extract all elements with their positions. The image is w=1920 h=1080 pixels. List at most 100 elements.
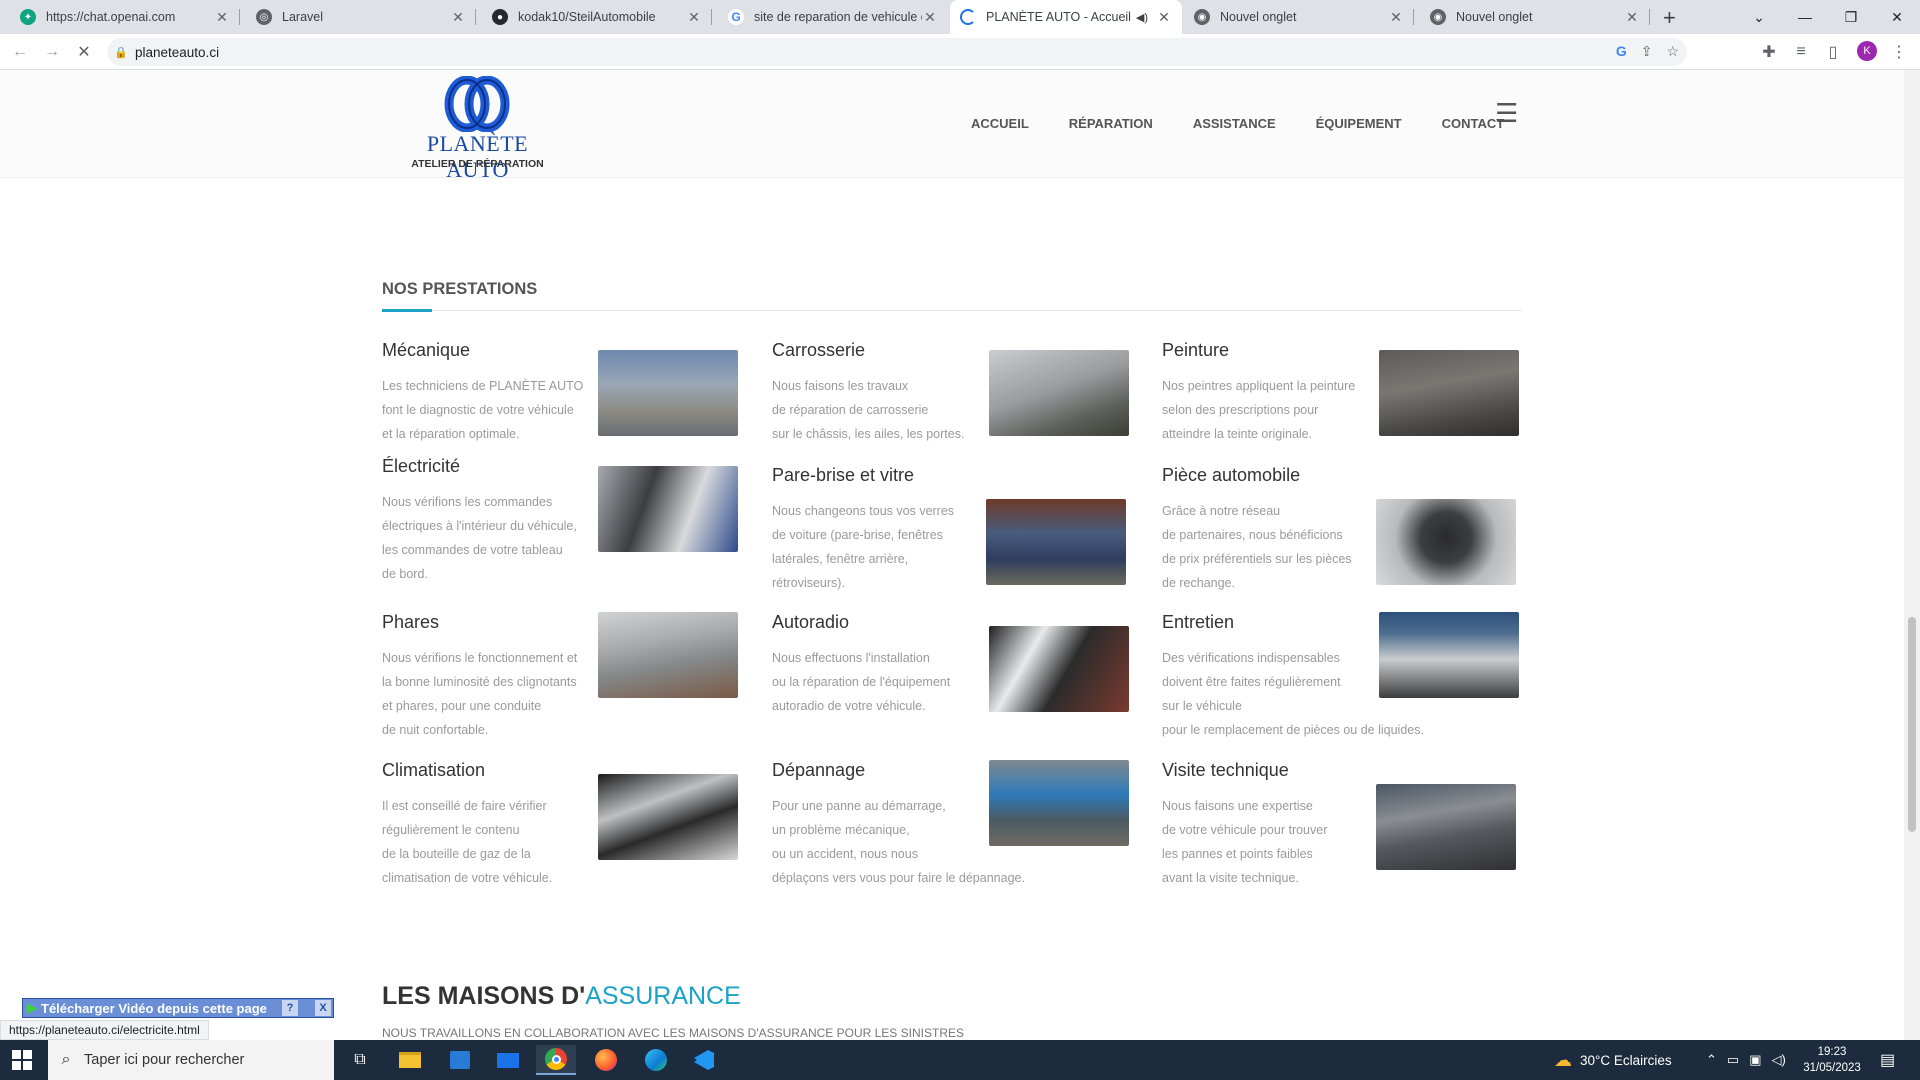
weather-widget[interactable]: ☁ 30°C Eclaircies — [1554, 1040, 1672, 1080]
notification-icon[interactable]: ▤ — [1880, 1040, 1895, 1080]
windows-taskbar: ⌕ Taper ici pour rechercher ⧉ ☁ 30°C Ecl… — [0, 1040, 1920, 1080]
vscode-icon[interactable] — [684, 1045, 724, 1075]
service-image[interactable] — [989, 626, 1129, 712]
video-download-bar[interactable]: ▶ Télécharger Vidéo depuis cette page ? … — [22, 998, 334, 1018]
google-lens-icon[interactable]: G — [1616, 43, 1627, 60]
browser-tab[interactable]: ◉ Nouvel onglet ✕ — [1420, 0, 1650, 34]
browser-tab[interactable]: ◎ Laravel ✕ — [246, 0, 476, 34]
stop-loading-icon[interactable]: ✕ — [72, 40, 96, 64]
new-tab-button[interactable]: + — [1663, 5, 1676, 31]
service-image[interactable] — [598, 350, 738, 436]
page-scrollbar[interactable] — [1904, 70, 1920, 1040]
webpage-viewport: PLANÈTE AUTO ATELIER DE RÉPARATION ACCUE… — [0, 70, 1904, 1040]
address-bar[interactable]: 🔒 planeteauto.ci G ⇪ ☆ — [107, 38, 1687, 66]
firefox-icon[interactable] — [586, 1045, 626, 1075]
browser-tab[interactable]: ◉ Nouvel onglet ✕ — [1184, 0, 1414, 34]
system-tray: ⌃ ▭ ▣ ◁) — [1706, 1040, 1786, 1080]
tab-label: site de reparation de vehicule ci — [754, 10, 922, 24]
assurance-highlight: ASSURANCE — [585, 982, 741, 1010]
service-image[interactable] — [598, 774, 738, 860]
close-tab-icon[interactable]: ✕ — [450, 9, 466, 26]
close-tab-icon[interactable]: ✕ — [214, 9, 230, 26]
service-title[interactable]: Autoradio — [772, 612, 849, 633]
tab-label: https://chat.openai.com — [46, 10, 176, 24]
browser-tab[interactable]: ● kodak10/SteilAutomobile ✕ — [482, 0, 712, 34]
service-title[interactable]: Pièce automobile — [1162, 465, 1300, 486]
media-control-icon[interactable]: ≡ — [1789, 40, 1813, 64]
share-icon[interactable]: ⇪ — [1641, 43, 1653, 60]
volume-icon[interactable]: ◁) — [1772, 1052, 1786, 1068]
service-image[interactable] — [1376, 784, 1516, 870]
window-close-icon[interactable]: ✕ — [1874, 0, 1920, 34]
service-title[interactable]: Carrosserie — [772, 340, 865, 361]
tab-label: PLANÈTE AUTO - Accueil — [986, 10, 1131, 24]
service-title[interactable]: Électricité — [382, 456, 460, 477]
service-title[interactable]: Peinture — [1162, 340, 1229, 361]
service-image[interactable] — [1379, 612, 1519, 698]
service-image[interactable] — [598, 612, 738, 698]
service-title[interactable]: Phares — [382, 612, 439, 633]
browser-tab[interactable]: ✦ https://chat.openai.com ✕ — [10, 0, 240, 34]
close-tab-icon[interactable]: ✕ — [686, 9, 702, 26]
hamburger-menu-icon[interactable]: ☰ — [1495, 98, 1518, 129]
service-title[interactable]: Dépannage — [772, 760, 865, 781]
service-image[interactable] — [986, 499, 1126, 585]
logo-name: PLANÈTE AUTO — [426, 131, 529, 182]
chrome-icon[interactable] — [536, 1045, 576, 1075]
service-image[interactable] — [1379, 350, 1519, 436]
mail-icon[interactable] — [488, 1045, 528, 1075]
service-title[interactable]: Pare-brise et vitre — [772, 465, 914, 486]
close-tab-icon[interactable]: ✕ — [1388, 9, 1404, 26]
more-menu-icon[interactable]: ⋮ — [1887, 40, 1911, 64]
close-icon[interactable]: X — [315, 1000, 331, 1016]
close-tab-icon[interactable]: ✕ — [922, 9, 938, 26]
minimize-icon[interactable]: — — [1782, 0, 1828, 34]
windows-start-icon[interactable] — [12, 1050, 32, 1070]
speaker-icon[interactable]: ◀) — [1136, 11, 1148, 24]
service-title[interactable]: Climatisation — [382, 760, 485, 781]
network-icon[interactable]: ▣ — [1749, 1052, 1761, 1068]
edge-icon[interactable] — [636, 1045, 676, 1075]
browser-tab-active[interactable]: PLANÈTE AUTO - Accueil ◀) ✕ — [950, 0, 1182, 34]
service-image[interactable] — [989, 760, 1129, 846]
search-placeholder: Taper ici pour rechercher — [84, 1052, 245, 1068]
profile-avatar[interactable]: K — [1857, 41, 1877, 61]
weather-text: 30°C Eclaircies — [1580, 1052, 1672, 1068]
store-icon[interactable] — [440, 1045, 480, 1075]
bookmark-star-icon[interactable]: ☆ — [1666, 43, 1679, 60]
service-title[interactable]: Mécanique — [382, 340, 470, 361]
main-nav: ACCUEIL RÉPARATION ASSISTANCE ÉQUIPEMENT… — [971, 116, 1544, 131]
restore-icon[interactable]: ❐ — [1828, 0, 1874, 34]
nav-assistance[interactable]: ASSISTANCE — [1193, 116, 1276, 131]
service-title[interactable]: Entretien — [1162, 612, 1234, 633]
play-icon: ▶ — [27, 1000, 37, 1015]
browser-tab[interactable]: G site de reparation de vehicule ci ✕ — [718, 0, 948, 34]
site-header: PLANÈTE AUTO ATELIER DE RÉPARATION ACCUE… — [0, 70, 1904, 182]
device-icon[interactable]: ▭ — [1727, 1052, 1739, 1068]
file-explorer-icon[interactable] — [390, 1045, 430, 1075]
extensions-icon[interactable]: ✚ — [1757, 40, 1781, 64]
lock-icon[interactable]: 🔒 — [107, 46, 135, 59]
service-image[interactable] — [1376, 499, 1516, 585]
tab-search-icon[interactable]: ⌄ — [1736, 0, 1782, 34]
close-tab-icon[interactable]: ✕ — [1624, 9, 1640, 26]
service-image[interactable] — [989, 350, 1129, 436]
forward-arrow-icon[interactable]: → — [40, 40, 64, 64]
taskbar-clock[interactable]: 19:23 31/05/2023 — [1800, 1044, 1864, 1076]
task-view-icon[interactable]: ⧉ — [340, 1045, 380, 1075]
chevron-up-icon[interactable]: ⌃ — [1706, 1052, 1717, 1068]
help-icon[interactable]: ? — [281, 1000, 298, 1016]
download-video-label[interactable]: Télécharger Vidéo depuis cette page — [41, 1001, 267, 1016]
back-arrow-icon[interactable]: ← — [8, 40, 32, 64]
close-tab-icon[interactable]: ✕ — [1156, 9, 1172, 26]
side-panel-icon[interactable]: ▯ — [1821, 40, 1845, 64]
taskbar-search[interactable]: ⌕ Taper ici pour rechercher — [48, 1040, 334, 1080]
tab-label: Nouvel onglet — [1456, 10, 1533, 24]
nav-accueil[interactable]: ACCUEIL — [971, 116, 1029, 131]
nav-reparation[interactable]: RÉPARATION — [1069, 116, 1153, 131]
scrollbar-thumb[interactable] — [1908, 617, 1916, 832]
service-title[interactable]: Visite technique — [1162, 760, 1289, 781]
nav-equipement[interactable]: ÉQUIPEMENT — [1316, 116, 1402, 131]
service-image[interactable] — [598, 466, 738, 552]
site-logo[interactable]: PLANÈTE AUTO ATELIER DE RÉPARATION — [400, 76, 555, 182]
